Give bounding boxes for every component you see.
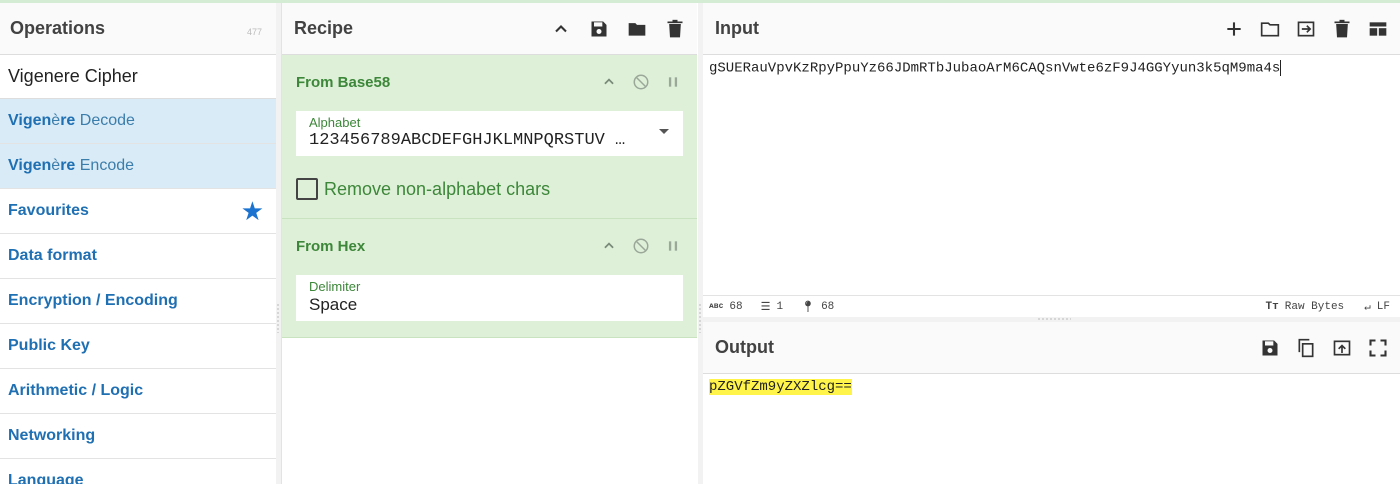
result-match-text: Vigen — [8, 157, 52, 174]
field-value: 123456789ABCDEFGHJKLMNPQRSTUV … — [309, 131, 626, 150]
text-format-icon: Tт — [1265, 300, 1279, 313]
eol-value: LF — [1376, 300, 1390, 313]
io-panel: Input gSUERauVpvKzRpyPpuYz66JDmRTbJubaoA… — [703, 3, 1400, 484]
input-textarea[interactable]: gSUERauVpvKzRpyPpuYz66JDmRTbJubaoArM6CAQ… — [703, 55, 1400, 295]
eol-selector[interactable]: ↵ LF — [1364, 300, 1390, 314]
search-result-vigenere-decode[interactable]: Vigenère Decode — [0, 99, 276, 144]
recipe-header: Recipe — [282, 3, 697, 55]
result-label: Vigenère Decode — [8, 112, 135, 130]
operations-title: Operations — [10, 18, 106, 38]
alphabet-select[interactable]: Alphabet 123456789ABCDEFGHJKLMNPQRSTUV … — [296, 111, 683, 156]
chevron-down-icon — [659, 129, 669, 134]
recipe-op-from-base58: From Base58 Alphabet 123456789ABCDEFGHJK… — [282, 55, 697, 219]
length-indicator: ᴀʙᴄ 68 — [709, 301, 743, 313]
trash-icon[interactable] — [665, 18, 685, 40]
op-name: From Base58 — [296, 73, 391, 91]
disable-icon[interactable] — [631, 237, 651, 255]
recipe-title: Recipe — [294, 18, 354, 38]
pause-icon[interactable] — [663, 239, 683, 253]
chevron-up-icon[interactable] — [599, 75, 619, 89]
open-folder-icon[interactable] — [1260, 18, 1280, 40]
lines-value: 1 — [776, 300, 784, 313]
operations-header: Operations 477 — [0, 3, 276, 55]
category-label: Public Key — [8, 337, 90, 354]
recipe-op-from-hex: From Hex Delimiter Space — [282, 219, 697, 338]
save-icon[interactable] — [1260, 337, 1280, 359]
output-title: Output — [715, 337, 774, 357]
copy-icon[interactable] — [1296, 337, 1316, 359]
result-match-text: Vigen — [8, 112, 52, 129]
category-label: Favourites — [8, 202, 89, 219]
replace-input-icon[interactable] — [1332, 337, 1352, 359]
category-arithmetic-logic[interactable]: Arithmetic / Logic — [0, 369, 276, 414]
trash-icon[interactable] — [1332, 18, 1352, 40]
result-label: Vigenère Encode — [8, 157, 134, 175]
operations-count: 477 — [246, 27, 262, 37]
output-header: Output — [703, 322, 1400, 374]
recipe-panel: Recipe From Base58 Alphabet 123456789ABC… — [281, 3, 697, 484]
category-label: Encryption / Encoding — [8, 292, 178, 309]
field-value: Space — [309, 295, 358, 314]
fullscreen-icon[interactable] — [1368, 337, 1388, 359]
text-cursor — [1280, 60, 1282, 76]
result-match-text: re — [60, 157, 76, 174]
input-text: gSUERauVpvKzRpyPpuYz66JDmRTbJubaoArM6CAQ… — [709, 60, 1281, 77]
input-title: Input — [715, 18, 759, 38]
encoding-value: Raw Bytes — [1284, 300, 1345, 313]
add-icon[interactable] — [1224, 18, 1244, 40]
category-networking[interactable]: Networking — [0, 414, 276, 459]
category-label: Language — [8, 472, 84, 484]
input-status-bar: ᴀʙᴄ 68 ☰ 1 📍︎ 68 Tт Raw Bytes ↵ LF — [703, 295, 1400, 317]
chevron-up-icon[interactable] — [599, 239, 619, 253]
output-text: pZGVfZm9yZXZlcg== — [709, 379, 852, 395]
result-rest-text: Encode — [75, 157, 135, 174]
field-label: Alphabet — [309, 115, 361, 130]
search-result-vigenere-encode[interactable]: Vigenère Encode — [0, 144, 276, 189]
open-file-icon[interactable] — [1296, 18, 1316, 40]
return-icon: ↵ — [1364, 301, 1371, 314]
category-favourites[interactable]: Favourites ★ — [0, 189, 276, 234]
length-value: 68 — [729, 300, 743, 313]
category-data-format[interactable]: Data format — [0, 234, 276, 279]
checkbox-label: Remove non-alphabet chars — [324, 178, 551, 199]
field-label: Delimiter — [309, 279, 361, 294]
delimiter-select[interactable]: Delimiter Space — [296, 275, 683, 321]
result-accent-text: è — [51, 157, 61, 174]
lines-indicator: ☰ 1 — [761, 300, 783, 314]
op-name: From Hex — [296, 237, 366, 255]
operations-search-input[interactable]: Vigenere Cipher — [0, 55, 276, 99]
result-accent-text: è — [51, 112, 61, 129]
operations-panel: Operations 477 Vigenere Cipher Vigenère … — [0, 3, 276, 484]
location-pin-icon: 📍︎ — [801, 301, 816, 314]
star-icon: ★ — [240, 195, 264, 226]
remove-non-alphabet-checkbox-row[interactable]: Remove non-alphabet chars — [296, 156, 683, 218]
category-encryption-encoding[interactable]: Encryption / Encoding — [0, 279, 276, 324]
category-label: Networking — [8, 427, 96, 444]
pause-icon[interactable] — [663, 75, 683, 89]
save-icon[interactable] — [589, 18, 609, 40]
abc-icon: ᴀʙᴄ — [709, 302, 724, 311]
category-label: Arithmetic / Logic — [8, 382, 144, 399]
result-match-text: re — [60, 112, 76, 129]
position-indicator: 📍︎ 68 — [801, 300, 834, 314]
lines-icon: ☰ — [760, 301, 771, 314]
folder-icon[interactable] — [627, 18, 647, 40]
position-value: 68 — [821, 300, 835, 313]
category-public-key[interactable]: Public Key — [0, 324, 276, 369]
category-label: Data format — [8, 247, 97, 264]
result-rest-text: Decode — [75, 112, 135, 129]
category-language[interactable]: Language — [0, 459, 276, 484]
input-header: Input — [703, 3, 1400, 55]
remove-non-alphabet-checkbox[interactable] — [296, 178, 318, 200]
encoding-selector[interactable]: Tт Raw Bytes — [1266, 301, 1345, 313]
output-textarea[interactable]: pZGVfZm9yZXZlcg== — [703, 374, 1400, 400]
disable-icon[interactable] — [631, 73, 651, 91]
chevron-up-icon[interactable] — [551, 18, 571, 40]
layout-icon[interactable] — [1368, 18, 1388, 40]
